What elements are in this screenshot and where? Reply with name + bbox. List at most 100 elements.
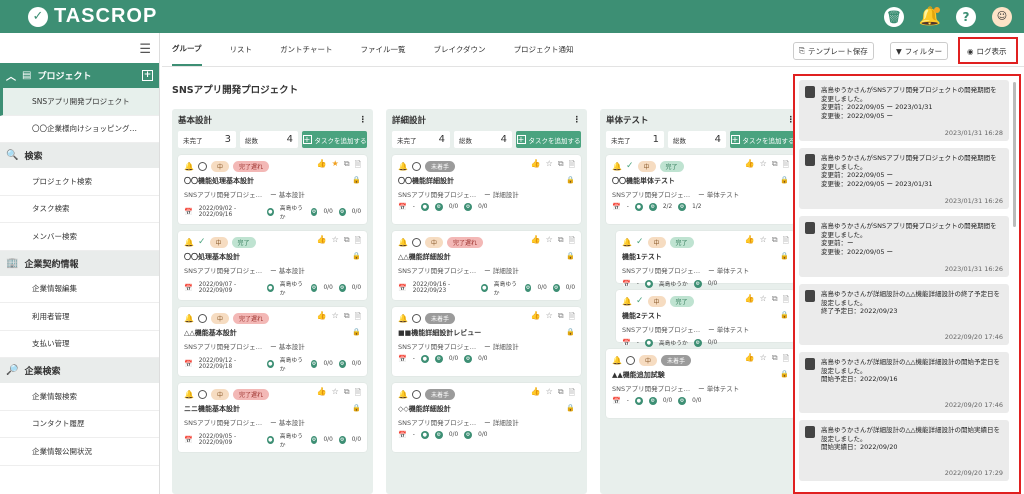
lock-icon[interactable]: 🔒: [780, 176, 789, 186]
complete-circle-icon[interactable]: [411, 237, 421, 247]
lock-icon[interactable]: 🔒: [352, 176, 361, 186]
copy-icon[interactable]: ⧉: [344, 311, 350, 325]
sidebar-item-member-search[interactable]: メンバー検索: [0, 223, 159, 251]
star-icon[interactable]: ☆: [332, 311, 339, 325]
sidebar-item-company-public-status[interactable]: 企業情報公開状況: [0, 438, 159, 466]
more-vertical-icon[interactable]: ⋮: [573, 115, 582, 125]
file-icon[interactable]: 🗎: [355, 387, 361, 401]
bell-icon[interactable]: 🔔: [184, 238, 194, 247]
lock-icon[interactable]: 🔒: [780, 370, 789, 380]
thumbs-up-icon[interactable]: 👍: [745, 294, 755, 308]
lock-icon[interactable]: 🔒: [352, 404, 361, 414]
template-save-button[interactable]: ⎘ テンプレート保存: [793, 42, 874, 60]
task-card[interactable]: 🔔 未着手 👍 ☆ ⧉ 🗎 ■■機能詳細設計レビュー 🔒 SNSアプリ開発プロジェ… ー 詳細設計…: [392, 307, 581, 376]
tab-list[interactable]: リスト: [230, 34, 253, 65]
add-project-icon[interactable]: +: [142, 70, 153, 81]
add-task-button[interactable]: + タスクを追加する: [516, 131, 581, 148]
complete-circle-icon[interactable]: [197, 389, 207, 399]
add-task-button[interactable]: + タスクを追加する: [730, 131, 795, 148]
task-card[interactable]: 🔔 ✓ 中完了 👍 ☆ ⧉ 🗎 機能1テスト 🔒 SNSアプリ開発プロジェ… ー 単体テスト 📅 - ● 高…: [616, 231, 795, 288]
star-icon[interactable]: ☆: [760, 294, 767, 308]
task-card[interactable]: 🔔 中未着手 👍 ☆ ⧉ 🗎 ▲▲機能追加試験 🔒 SNSアプリ開発プロジェ… ー 単体テスト 📅 -…: [606, 349, 795, 418]
lock-icon[interactable]: 🔒: [566, 252, 575, 262]
task-card[interactable]: 🔔 ✓ 中完了 👍 ☆ ⧉ 🗎 機能2テスト 🔒 SNSアプリ開発プロジェ… ー 単体テスト 📅 - ● 高…: [616, 290, 795, 347]
task-card[interactable]: 🔔 中完了遅れ 👍 ☆ ⧉ 🗎 △△機能基本設計 🔒 SNSアプリ開発プロジェ… ー 基本設計 📅 2…: [178, 307, 367, 376]
lock-icon[interactable]: 🔒: [352, 252, 361, 262]
copy-icon[interactable]: ⧉: [344, 159, 350, 173]
star-icon[interactable]: ☆: [760, 353, 767, 367]
tab-files[interactable]: ファイル一覧: [361, 34, 406, 65]
complete-circle-icon[interactable]: [625, 355, 635, 365]
task-card[interactable]: 🔔 中完了遅れ 👍 ☆ ⧉ 🗎 △△機能詳細設計 🔒 SNSアプリ開発プロジェ… ー 詳細設計 📅 2…: [392, 231, 581, 300]
filter-button[interactable]: ▼ フィルター: [890, 42, 949, 60]
lock-icon[interactable]: 🔒: [352, 328, 361, 338]
star-icon[interactable]: ☆: [546, 311, 553, 325]
lock-icon[interactable]: 🔒: [780, 311, 789, 321]
complete-check-icon[interactable]: ✓: [636, 237, 644, 247]
bell-icon[interactable]: 🔔: [622, 238, 632, 247]
file-icon[interactable]: 🗎: [783, 159, 789, 173]
sidebar-item-user-management[interactable]: 利用者管理: [0, 303, 159, 331]
trash-icon[interactable]: 🗑: [884, 6, 904, 27]
complete-check-icon[interactable]: ✓: [636, 296, 644, 306]
thumbs-up-icon[interactable]: 👍: [531, 235, 541, 249]
star-icon[interactable]: ☆: [546, 159, 553, 173]
bell-icon[interactable]: 🔔: [398, 238, 408, 247]
bell-icon[interactable]: 🔔: [622, 297, 632, 306]
bell-icon[interactable]: 🔔: [612, 162, 622, 171]
star-icon[interactable]: ★: [332, 159, 339, 173]
task-card[interactable]: 🔔 未着手 👍 ☆ ⧉ 🗎 〇〇機能詳細設計 🔒 SNSアプリ開発プロジェ… ー 詳細設計 📅 - ● ⚙…: [392, 155, 581, 224]
tab-project-notify[interactable]: プロジェクト通知: [514, 34, 574, 65]
user-avatar[interactable]: ☺: [992, 6, 1012, 27]
sidebar-item-task-search[interactable]: タスク検索: [0, 196, 159, 223]
copy-icon[interactable]: ⧉: [344, 235, 350, 249]
star-icon[interactable]: ☆: [546, 387, 553, 401]
sidebar-item-company-info-search[interactable]: 企業情報検索: [0, 383, 159, 411]
copy-icon[interactable]: ⧉: [772, 159, 778, 173]
bell-icon[interactable]: 🔔: [184, 390, 194, 399]
star-icon[interactable]: ☆: [546, 235, 553, 249]
task-card[interactable]: 🔔 未着手 👍 ☆ ⧉ 🗎 ◇◇機能詳細設計 🔒 SNSアプリ開発プロジェ… ー 詳細設計 📅 - ● ⚙…: [392, 383, 581, 452]
bell-icon[interactable]: 🔔: [612, 356, 622, 365]
tab-group[interactable]: グループ: [172, 33, 202, 66]
star-icon[interactable]: ☆: [332, 235, 339, 249]
tab-gantt[interactable]: ガントチャート: [280, 34, 332, 65]
thumbs-up-icon[interactable]: 👍: [531, 387, 541, 401]
log-scrollbar[interactable]: [1013, 82, 1016, 227]
sidebar-item-company-edit[interactable]: 企業情報編集: [0, 276, 159, 303]
bell-icon[interactable]: 🔔: [184, 314, 194, 323]
file-icon[interactable]: 🗎: [783, 235, 789, 249]
tab-breakdown[interactable]: ブレイクダウン: [434, 34, 486, 65]
hamburger-menu-icon[interactable]: ☰: [139, 42, 151, 57]
file-icon[interactable]: 🗎: [569, 311, 575, 325]
file-icon[interactable]: 🗎: [783, 294, 789, 308]
more-vertical-icon[interactable]: ⋮: [359, 115, 368, 125]
thumbs-up-icon[interactable]: 👍: [317, 387, 327, 401]
sidebar-item-project-search[interactable]: プロジェクト検索: [0, 168, 159, 196]
copy-icon[interactable]: ⧉: [558, 387, 564, 401]
thumbs-up-icon[interactable]: 👍: [745, 353, 755, 367]
log-list[interactable]: 高島ゆうかさんがSNSアプリ開発プロジェクトの開発期間を変更しました。 変更前：2…: [799, 80, 1015, 486]
file-icon[interactable]: 🗎: [355, 159, 361, 173]
thumbs-up-icon[interactable]: 👍: [745, 235, 755, 249]
task-card[interactable]: 🔔 ✓ 中完了 👍 ☆ ⧉ 🗎 〇〇機能単体テスト 🔒 SNSアプリ開発プロジェ… ー 単体テスト 📅…: [606, 155, 795, 224]
bell-icon[interactable]: 🔔: [398, 162, 408, 171]
lock-icon[interactable]: 🔒: [566, 176, 575, 186]
thumbs-up-icon[interactable]: 👍: [531, 159, 541, 173]
thumbs-up-icon[interactable]: 👍: [317, 311, 327, 325]
star-icon[interactable]: ☆: [332, 387, 339, 401]
file-icon[interactable]: 🗎: [569, 159, 575, 173]
task-card[interactable]: 🔔 ✓ 中完了 👍 ☆ ⧉ 🗎 〇〇処理基本設計 🔒 SNSアプリ開発プロジェ… ー 基本設計 📅 20…: [178, 231, 367, 300]
star-icon[interactable]: ☆: [760, 235, 767, 249]
complete-check-icon[interactable]: ✓: [626, 161, 634, 171]
complete-circle-icon[interactable]: [411, 389, 421, 399]
file-icon[interactable]: 🗎: [355, 311, 361, 325]
sidebar-item-contact-history[interactable]: コンタクト履歴: [0, 411, 159, 438]
file-icon[interactable]: 🗎: [569, 387, 575, 401]
copy-icon[interactable]: ⧉: [772, 294, 778, 308]
thumbs-up-icon[interactable]: 👍: [317, 159, 327, 173]
sidebar-item-project-sns[interactable]: SNSアプリ開発プロジェクト: [0, 88, 159, 116]
copy-icon[interactable]: ⧉: [558, 311, 564, 325]
copy-icon[interactable]: ⧉: [558, 235, 564, 249]
copy-icon[interactable]: ⧉: [344, 387, 350, 401]
